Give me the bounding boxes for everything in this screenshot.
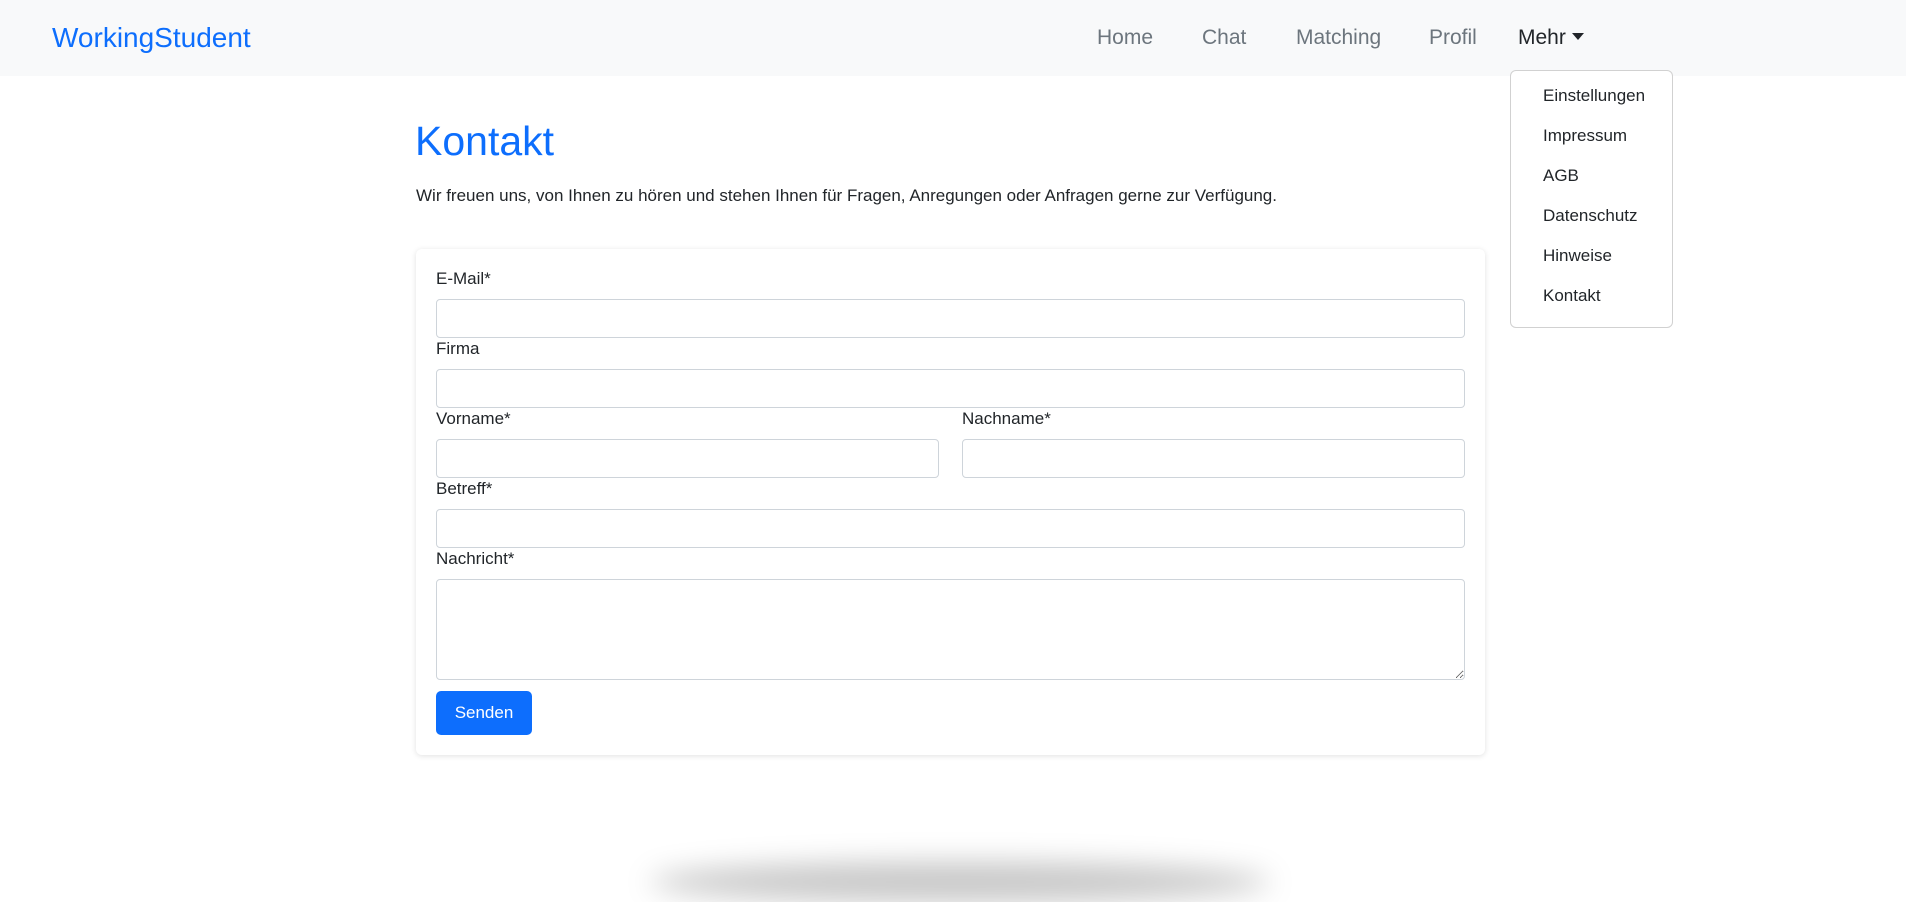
vorname-field[interactable]: [436, 439, 939, 478]
dropdown-item-einstellungen[interactable]: Einstellungen: [1511, 81, 1672, 121]
caret-down-icon: [1571, 32, 1584, 40]
bottom-scroll-shadow: [650, 862, 1270, 902]
betreff-label: Betreff*: [436, 479, 493, 498]
page-title: Kontakt: [415, 118, 555, 164]
firma-field[interactable]: [436, 369, 1465, 408]
vorname-label: Vorname*: [436, 409, 511, 428]
nav-link-matching[interactable]: Matching: [1296, 22, 1381, 54]
dropdown-item-datenschutz[interactable]: Datenschutz: [1511, 201, 1672, 241]
nachricht-label: Nachricht*: [436, 549, 515, 568]
nachname-label: Nachname*: [962, 409, 1051, 428]
nav-link-home[interactable]: Home: [1097, 22, 1153, 54]
nav-link-profil[interactable]: Profil: [1429, 22, 1477, 54]
nav-mehr-label: Mehr: [1518, 26, 1566, 49]
nav-link-chat[interactable]: Chat: [1202, 22, 1246, 54]
contact-form-card: E-Mail* Firma Vorname* Nachname* Betreff…: [416, 249, 1485, 755]
mehr-dropdown-menu: Einstellungen Impressum AGB Datenschutz …: [1510, 70, 1673, 328]
brand-logo-link[interactable]: WorkingStudent: [52, 18, 251, 58]
email-label: E-Mail*: [436, 269, 491, 288]
nachricht-textarea[interactable]: [436, 579, 1465, 680]
nachname-field[interactable]: [962, 439, 1465, 478]
betreff-field[interactable]: [436, 509, 1465, 548]
dropdown-item-kontakt[interactable]: Kontakt: [1511, 281, 1672, 321]
dropdown-item-agb[interactable]: AGB: [1511, 161, 1672, 201]
email-field[interactable]: [436, 299, 1465, 338]
firma-label: Firma: [436, 339, 480, 358]
nav-dropdown-toggle-mehr[interactable]: Mehr: [1518, 22, 1584, 54]
top-navbar: WorkingStudent Home Chat Matching Profil…: [0, 0, 1906, 76]
page-intro-text: Wir freuen uns, von Ihnen zu hören und s…: [416, 186, 1277, 205]
dropdown-item-impressum[interactable]: Impressum: [1511, 121, 1672, 161]
senden-button[interactable]: Senden: [436, 691, 532, 735]
dropdown-item-hinweise[interactable]: Hinweise: [1511, 241, 1672, 281]
